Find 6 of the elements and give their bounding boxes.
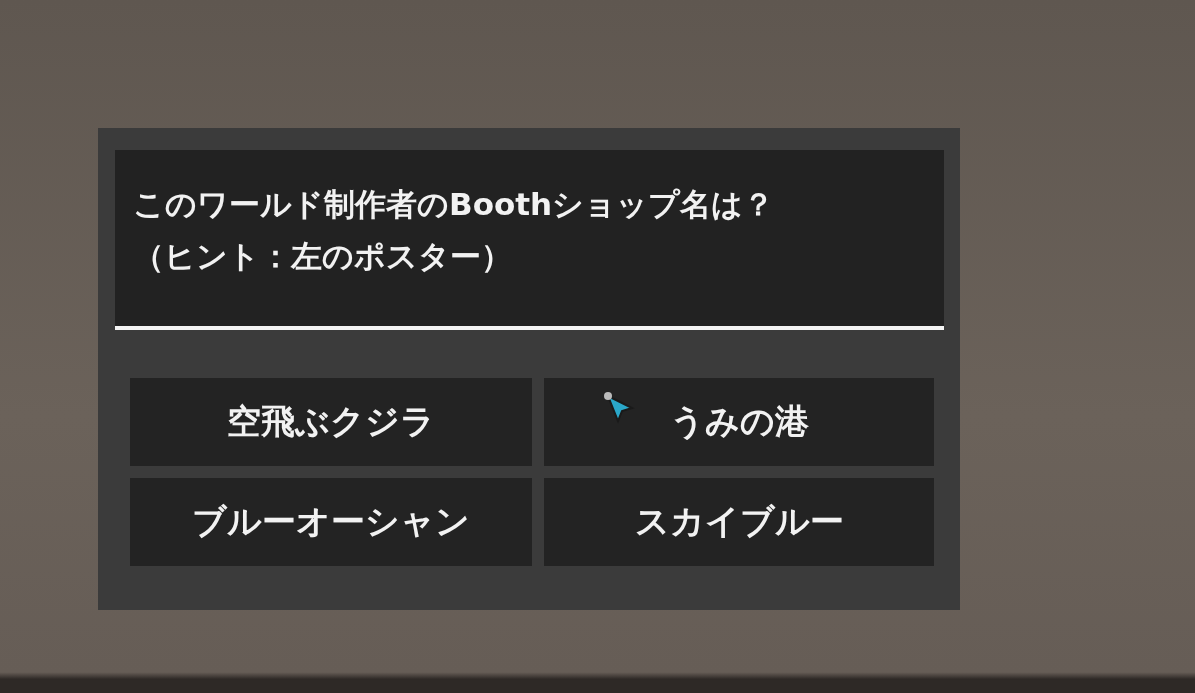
answer-button[interactable]: ブルーオーシャン (130, 478, 532, 566)
answer-button[interactable]: うみの港 (544, 378, 934, 466)
answer-button[interactable]: スカイブルー (544, 478, 934, 566)
question-text: このワールド制作者のBoothショップ名は？ (133, 185, 775, 224)
question-text: （ヒント：左のポスター） (133, 237, 512, 276)
answer-button[interactable]: 空飛ぶクジラ (130, 378, 532, 466)
